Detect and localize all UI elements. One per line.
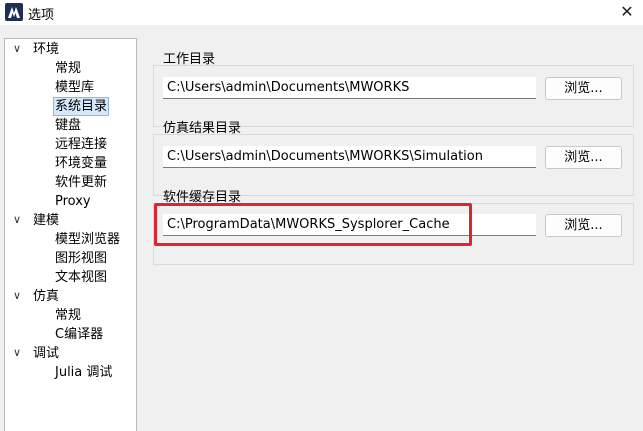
chevron-down-icon[interactable]: ∨ [13, 42, 21, 55]
cache-directory-browse-button[interactable]: 浏览... [545, 214, 622, 237]
title-bar: 选项 ✕ [0, 0, 643, 25]
close-icon[interactable]: ✕ [617, 2, 637, 22]
chevron-down-icon[interactable]: ∨ [13, 213, 21, 226]
app-logo-icon [5, 3, 23, 21]
tree-item-system-directory[interactable]: 系统目录 [53, 97, 110, 116]
tree-item-text-view[interactable]: 文本视图 [55, 268, 107, 287]
tree-group-environment[interactable]: 环境 [33, 40, 59, 59]
tree-item-model-browser[interactable]: 模型浏览器 [55, 230, 120, 249]
simulation-directory-input[interactable]: C:\Users\admin\Documents\MWORKS\Simulati… [163, 146, 536, 168]
highlight-box [154, 203, 472, 246]
simulation-directory-label: 仿真结果目录 [163, 121, 242, 136]
tree-item-model-library[interactable]: 模型库 [55, 78, 94, 97]
tree-item-simulation-general[interactable]: 常规 [55, 306, 81, 325]
tree-item-software-update[interactable]: 软件更新 [55, 173, 107, 192]
tree-group-debug[interactable]: 调试 [33, 344, 59, 363]
working-directory-input[interactable]: C:\Users\admin\Documents\MWORKS [163, 77, 536, 99]
tree-item-graphic-view[interactable]: 图形视图 [55, 249, 107, 268]
tree-item-c-compiler[interactable]: C编译器 [55, 325, 103, 344]
chevron-down-icon[interactable]: ∨ [13, 346, 21, 359]
working-directory-browse-button[interactable]: 浏览... [545, 77, 622, 100]
tree-item-general[interactable]: 常规 [55, 59, 81, 78]
working-directory-label: 工作目录 [163, 52, 216, 67]
tree-item-environment-variables[interactable]: 环境变量 [55, 154, 107, 173]
tree-item-keyboard[interactable]: 键盘 [55, 116, 81, 135]
simulation-directory-browse-button[interactable]: 浏览... [545, 146, 622, 169]
tree-item-julia-debug[interactable]: Julia 调试 [55, 363, 112, 382]
window-title: 选项 [28, 8, 55, 23]
tree-group-simulation[interactable]: 仿真 [33, 287, 59, 306]
tree-item-remote-connection[interactable]: 远程连接 [55, 135, 107, 154]
tree-item-proxy[interactable]: Proxy [55, 192, 91, 211]
chevron-down-icon[interactable]: ∨ [13, 289, 21, 302]
options-tree: ∨ 环境 常规 模型库 系统目录 键盘 远程连接 环境变量 软件更新 Proxy… [4, 38, 137, 431]
tree-group-modeling[interactable]: 建模 [33, 211, 59, 230]
